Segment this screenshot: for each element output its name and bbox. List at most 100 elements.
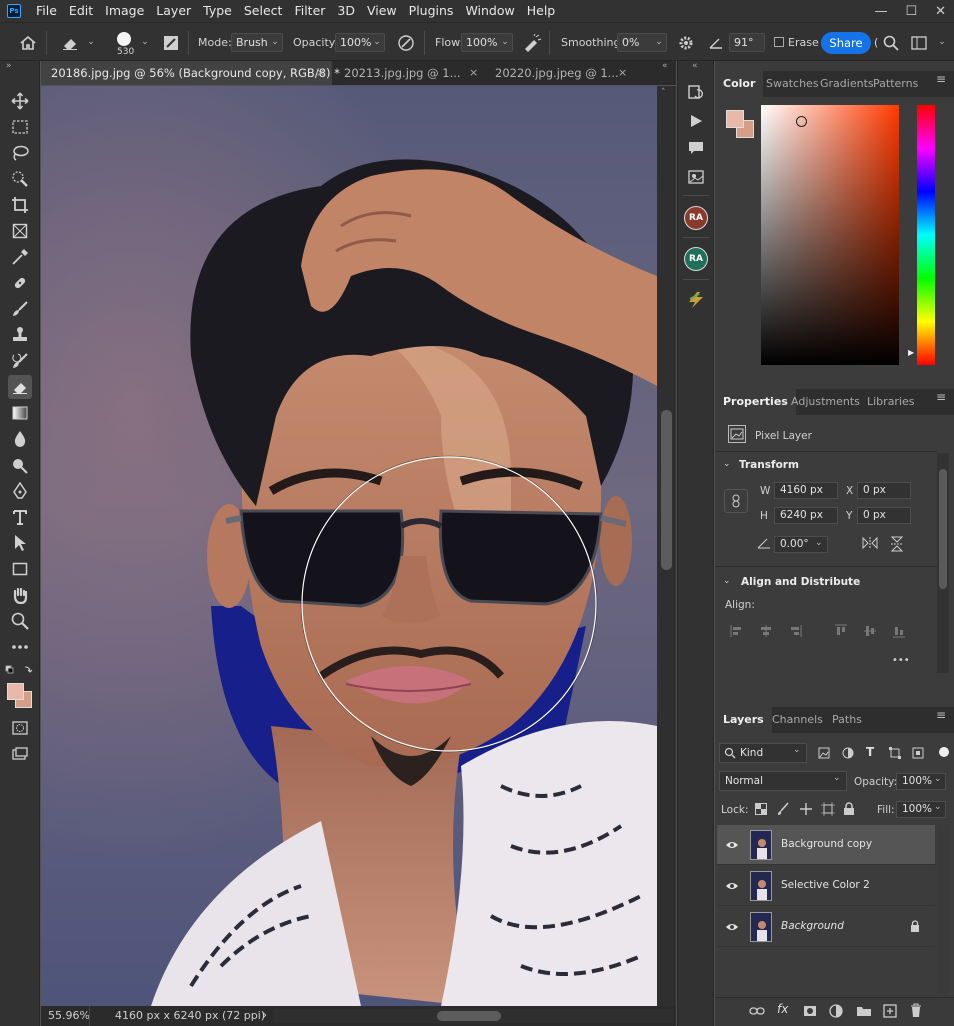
align-right-edges-icon[interactable] bbox=[788, 624, 802, 641]
close-tab-1-icon[interactable]: × bbox=[316, 61, 325, 85]
tab-document-1[interactable]: 20186.jpg.jpg @ 56% (Background copy, RG… bbox=[41, 61, 340, 85]
lock-position-icon[interactable] bbox=[799, 802, 813, 819]
menu-edit[interactable]: Edit bbox=[63, 0, 99, 22]
width-input[interactable]: 4160 px bbox=[774, 482, 838, 499]
layer-name[interactable]: Background copy bbox=[781, 838, 872, 850]
filter-toggle-switch[interactable] bbox=[939, 747, 949, 757]
fill-dropdown-icon[interactable]: ⌄ bbox=[934, 802, 942, 812]
tab-patterns[interactable]: Patterns bbox=[865, 71, 926, 97]
preset-dropdown-icon[interactable]: ⌄ bbox=[83, 33, 99, 52]
layer-filter-dropdown-icon[interactable]: ⌄ bbox=[793, 745, 801, 755]
layer-row-background-copy[interactable]: Background copy bbox=[717, 825, 935, 865]
maximize-button[interactable]: ☐ bbox=[905, 4, 917, 19]
mode-dropdown-icon[interactable]: ⌄ bbox=[267, 33, 283, 52]
blend-mode-select[interactable]: Normal bbox=[719, 771, 847, 791]
rotation-dropdown-icon[interactable]: ⌄ bbox=[815, 538, 823, 548]
tab-libraries[interactable]: Libraries bbox=[859, 389, 923, 415]
layer-row-background[interactable]: Background bbox=[717, 907, 935, 947]
layer-effects-icon[interactable]: fx bbox=[777, 1002, 788, 1016]
align-collapse-icon[interactable]: ⌄ bbox=[723, 576, 731, 586]
pressure-opacity-icon[interactable] bbox=[395, 32, 417, 54]
smoothing-settings-gear-icon[interactable] bbox=[675, 32, 697, 54]
y-input[interactable]: 0 px bbox=[857, 507, 911, 524]
hue-slider-handle-icon[interactable]: ▶ bbox=[908, 348, 914, 357]
flip-horizontal-icon[interactable] bbox=[861, 536, 879, 553]
menu-window[interactable]: Window bbox=[459, 0, 520, 22]
color-panel-menu-icon[interactable]: ≡ bbox=[936, 73, 948, 85]
visibility-eye-icon[interactable] bbox=[725, 880, 739, 892]
close-tab-3-icon[interactable]: × bbox=[618, 61, 627, 85]
foreground-color-swatch[interactable] bbox=[7, 683, 24, 700]
tab-document-2[interactable]: 20213.jpg.jpg @ 1... bbox=[334, 61, 482, 85]
workspace-icon[interactable] bbox=[908, 32, 930, 54]
eyedropper-tool-icon[interactable] bbox=[8, 245, 32, 269]
libraries-panel-icon[interactable] bbox=[685, 165, 707, 187]
spot-healing-brush-icon[interactable] bbox=[8, 271, 32, 295]
horizontal-scrollbar[interactable] bbox=[274, 1009, 674, 1023]
tab-adjustments[interactable]: Adjustments bbox=[783, 389, 868, 415]
new-layer-icon[interactable] bbox=[883, 1004, 897, 1021]
menu-file[interactable]: File bbox=[30, 0, 63, 22]
color-picker-field[interactable] bbox=[761, 105, 899, 365]
filter-type-icon[interactable]: T bbox=[866, 745, 874, 759]
align-top-edges-icon[interactable] bbox=[834, 624, 848, 641]
x-input[interactable]: 0 px bbox=[857, 482, 911, 499]
screen-mode-icon[interactable] bbox=[8, 742, 32, 766]
layer-row-selective-color-2[interactable]: Selective Color 2 bbox=[717, 866, 935, 906]
more-options-button[interactable]: ••• bbox=[892, 655, 910, 666]
type-tool-icon[interactable] bbox=[8, 505, 32, 529]
eraser-tool-icon[interactable] bbox=[8, 375, 32, 399]
filter-pixel-icon[interactable] bbox=[818, 747, 830, 762]
link-layers-icon[interactable] bbox=[749, 1005, 765, 1020]
brush-tool-icon[interactable] bbox=[8, 297, 32, 321]
color-picker-cursor[interactable] bbox=[796, 116, 807, 127]
menu-plugins[interactable]: Plugins bbox=[403, 0, 460, 22]
layer-opacity-dropdown-icon[interactable]: ⌄ bbox=[934, 774, 942, 784]
quick-mask-icon[interactable] bbox=[8, 716, 32, 740]
plugin-ra-badge-1[interactable]: RA bbox=[684, 206, 708, 230]
rectangular-marquee-tool-icon[interactable] bbox=[8, 115, 32, 139]
quick-selection-tool-icon[interactable] bbox=[8, 167, 32, 191]
align-horizontal-centers-icon[interactable] bbox=[759, 624, 773, 641]
brush-dropdown-icon[interactable]: ⌄ bbox=[137, 33, 153, 52]
tab-document-3[interactable]: 20220.jpg.jpeg @ 1... bbox=[485, 61, 633, 85]
dodge-tool-icon[interactable] bbox=[8, 453, 32, 477]
layer-name[interactable]: Background bbox=[781, 920, 844, 932]
zoom-level[interactable]: 55.96% bbox=[48, 1009, 90, 1022]
new-group-icon[interactable] bbox=[856, 1005, 872, 1020]
menu-layer[interactable]: Layer bbox=[150, 0, 197, 22]
workspace-dropdown-icon[interactable]: ⌄ bbox=[934, 33, 950, 52]
expand-panels-icon[interactable]: « bbox=[692, 61, 698, 71]
collapse-toolbar-icon[interactable]: » bbox=[6, 61, 12, 71]
vertical-scrollbar-thumb[interactable] bbox=[661, 410, 672, 570]
properties-panel-menu-icon[interactable]: ≡ bbox=[936, 391, 948, 403]
lock-artboard-icon[interactable] bbox=[821, 802, 835, 819]
lock-image-pixels-icon[interactable] bbox=[777, 802, 789, 819]
close-tab-2-icon[interactable]: × bbox=[469, 61, 478, 85]
visibility-eye-icon[interactable] bbox=[725, 921, 739, 933]
scroll-up-icon[interactable]: ˄ bbox=[661, 88, 666, 98]
blend-mode-dropdown-icon[interactable]: ⌄ bbox=[833, 773, 841, 783]
plugin-lightning-icon[interactable] bbox=[685, 289, 707, 311]
gradient-tool-icon[interactable] bbox=[8, 401, 32, 425]
frame-tool-icon[interactable] bbox=[8, 219, 32, 243]
history-brush-tool-icon[interactable] bbox=[8, 349, 32, 373]
menu-image[interactable]: Image bbox=[99, 0, 150, 22]
align-left-edges-icon[interactable] bbox=[730, 624, 744, 641]
tab-color[interactable]: Color bbox=[715, 71, 764, 97]
filter-adjustment-icon[interactable] bbox=[842, 747, 854, 762]
home-icon[interactable] bbox=[17, 32, 39, 54]
eraser-tool-preset-icon[interactable] bbox=[59, 32, 81, 54]
close-button[interactable]: ✕ bbox=[935, 4, 946, 19]
status-menu-arrow-icon[interactable]: › bbox=[262, 1008, 267, 1023]
tab-channels[interactable]: Channels bbox=[764, 707, 831, 733]
crop-tool-icon[interactable] bbox=[8, 193, 32, 217]
opacity-dropdown-icon[interactable]: ⌄ bbox=[369, 33, 385, 52]
layer-name[interactable]: Selective Color 2 bbox=[781, 879, 870, 891]
height-input[interactable]: 6240 px bbox=[774, 507, 838, 524]
layers-panel-menu-icon[interactable]: ≡ bbox=[936, 709, 948, 721]
menu-help[interactable]: Help bbox=[521, 0, 562, 22]
brush-settings-icon[interactable] bbox=[160, 32, 182, 54]
menu-view[interactable]: View bbox=[361, 0, 403, 22]
comments-panel-icon[interactable] bbox=[685, 137, 707, 159]
